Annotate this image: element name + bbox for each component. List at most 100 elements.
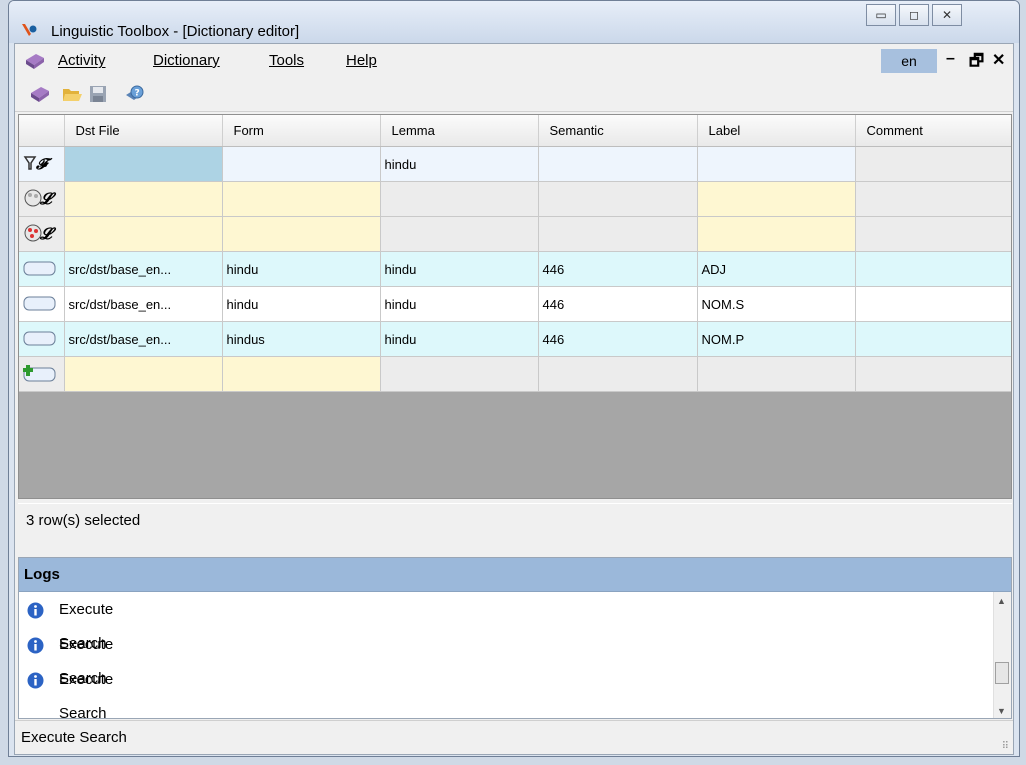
dictionary-grid: Dst File Form Lemma Semantic Label Comme…: [18, 114, 1012, 499]
column-header-dst-file[interactable]: Dst File: [64, 115, 223, 147]
mdi-close-button[interactable]: ✕: [992, 50, 1005, 70]
resize-grip-icon[interactable]: ⠿: [1002, 742, 1009, 752]
language-selector[interactable]: en: [881, 49, 937, 73]
mdi-client: Activity Dictionary Tools Help en – 🗗 ✕ …: [14, 43, 1014, 755]
cell-comment[interactable]: [855, 251, 1011, 287]
grid-cell[interactable]: [855, 356, 1011, 392]
menu-tools[interactable]: Tools: [269, 52, 304, 69]
new-row-selector[interactable]: [19, 356, 65, 392]
grid-cell[interactable]: [64, 216, 223, 252]
menu-dictionary[interactable]: Dictionary: [153, 52, 220, 69]
grid-cell[interactable]: [697, 181, 856, 217]
filter-cell-lemma[interactable]: hindu: [380, 146, 539, 182]
locator-red-icon: 𝓛: [24, 224, 57, 243]
cell-comment[interactable]: [855, 321, 1011, 357]
close-button[interactable]: ✕: [932, 4, 962, 26]
cell-form[interactable]: hindu: [222, 286, 381, 322]
title-bar[interactable]: Linguistic Toolbox - [Dictionary editor]…: [9, 1, 1019, 43]
cell-dst-file[interactable]: src/dst/base_en...: [64, 251, 223, 287]
dictionary-book-icon[interactable]: [24, 51, 46, 71]
splitter[interactable]: [15, 539, 1013, 557]
dictionary-book-icon[interactable]: [29, 83, 51, 105]
cell-form[interactable]: hindus: [222, 321, 381, 357]
app-window: Linguistic Toolbox - [Dictionary editor]…: [8, 0, 1020, 757]
grid-cell[interactable]: [538, 216, 698, 252]
grid-cell[interactable]: [222, 181, 381, 217]
cell-semantic[interactable]: 446: [538, 286, 698, 322]
cell-label[interactable]: ADJ: [697, 251, 856, 287]
column-header-semantic[interactable]: Semantic: [538, 115, 698, 147]
row-selector[interactable]: [19, 286, 65, 322]
logs-scrollbar[interactable]: ▲ ▼: [993, 592, 1011, 718]
grid-cell[interactable]: [64, 181, 223, 217]
filter-cell-label[interactable]: [697, 146, 856, 182]
cell-lemma[interactable]: hindu: [380, 251, 539, 287]
help-icon[interactable]: ?: [123, 83, 145, 105]
filter-cell-dst-file[interactable]: [64, 146, 223, 182]
grid-cell[interactable]: [855, 181, 1011, 217]
menu-bar: Activity Dictionary Tools Help en – 🗗 ✕: [15, 44, 1013, 77]
menu-activity[interactable]: Activity: [58, 52, 106, 69]
add-row-icon: [23, 364, 56, 381]
cell-lemma[interactable]: hindu: [380, 321, 539, 357]
cell-label[interactable]: NOM.P: [697, 321, 856, 357]
row-selector[interactable]: [19, 321, 65, 357]
cell-form[interactable]: hindu: [222, 251, 381, 287]
svg-text:?: ?: [135, 89, 140, 99]
column-header-label[interactable]: Label: [697, 115, 856, 147]
grid-cell[interactable]: [64, 356, 223, 392]
svg-text:𝓕: 𝓕: [35, 155, 53, 172]
grid-cell[interactable]: [697, 356, 856, 392]
mdi-restore-button[interactable]: 🗗: [969, 50, 984, 77]
row-button-icon: [23, 261, 56, 275]
cell-comment[interactable]: [855, 286, 1011, 322]
cell-dst-file[interactable]: src/dst/base_en...: [64, 286, 223, 322]
table-row[interactable]: src/dst/base_en... hindus hindu 446 NOM.…: [19, 321, 1011, 357]
grid-cell[interactable]: [538, 356, 698, 392]
grid-header-row: Dst File Form Lemma Semantic Label Comme…: [19, 115, 1011, 147]
cell-lemma[interactable]: hindu: [380, 286, 539, 322]
cell-label[interactable]: NOM.S: [697, 286, 856, 322]
row-button-icon: [23, 296, 56, 310]
filter-row: 𝓕 hindu: [19, 146, 1011, 182]
filter-cell-form[interactable]: [222, 146, 381, 182]
column-header-comment[interactable]: Comment: [855, 115, 1011, 147]
new-row[interactable]: [19, 356, 1011, 392]
filter-cell-comment[interactable]: [855, 146, 1011, 182]
cell-semantic[interactable]: 446: [538, 251, 698, 287]
info-icon: [27, 602, 44, 619]
locator-row-header: 𝓛: [19, 216, 65, 252]
column-header-lemma[interactable]: Lemma: [380, 115, 539, 147]
grid-cell[interactable]: [697, 216, 856, 252]
locator-row-header: 𝓛: [19, 181, 65, 217]
grid-cell[interactable]: [380, 216, 539, 252]
table-row[interactable]: src/dst/base_en... hindu hindu 446 NOM.S: [19, 286, 1011, 322]
grid-cell[interactable]: [855, 216, 1011, 252]
scroll-up-arrow[interactable]: ▲: [997, 596, 1006, 606]
column-header-form[interactable]: Form: [222, 115, 381, 147]
grid-cell[interactable]: [538, 181, 698, 217]
scroll-thumb[interactable]: [995, 662, 1009, 684]
open-folder-icon[interactable]: [61, 83, 83, 105]
table-row[interactable]: src/dst/base_en... hindu hindu 446 ADJ: [19, 251, 1011, 287]
menu-help[interactable]: Help: [346, 52, 377, 69]
app-logo-icon: [22, 24, 37, 36]
save-icon[interactable]: [87, 83, 109, 105]
filter-icon: 𝓕: [23, 155, 53, 173]
grid-cell[interactable]: [222, 216, 381, 252]
maximize-button[interactable]: ◻: [899, 4, 929, 26]
grid-cell[interactable]: [380, 356, 539, 392]
grid-cell[interactable]: [380, 181, 539, 217]
toolbar: ?: [15, 77, 1013, 112]
locator-row: 𝓛: [19, 181, 1011, 217]
cell-semantic[interactable]: 446: [538, 321, 698, 357]
scroll-down-arrow[interactable]: ▼: [997, 706, 1006, 716]
filter-cell-semantic[interactable]: [538, 146, 698, 182]
status-text: Execute Search: [21, 729, 127, 746]
minimize-button[interactable]: ▭: [866, 4, 896, 26]
cell-dst-file[interactable]: src/dst/base_en...: [64, 321, 223, 357]
row-selector[interactable]: [19, 251, 65, 287]
grid-cell[interactable]: [222, 356, 381, 392]
mdi-minimize-button[interactable]: –: [946, 50, 955, 68]
status-bar: Execute Search ⠿: [15, 720, 1013, 754]
